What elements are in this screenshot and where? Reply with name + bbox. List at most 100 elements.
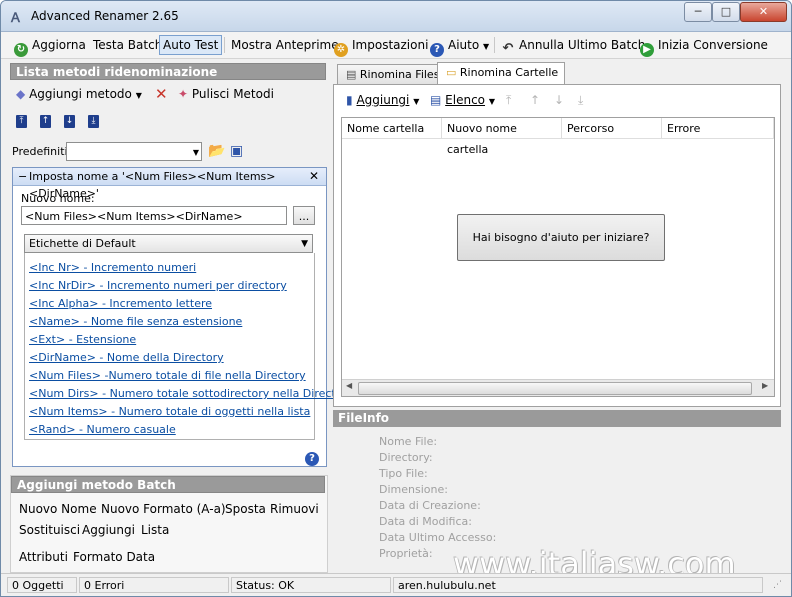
tags-list: <Inc Nr> - Incremento numeri <Inc NrDir>… [24, 253, 354, 440]
add-method-label: Aggiungi metodo [29, 87, 132, 101]
scroll-left-icon[interactable]: ◀ [346, 381, 352, 390]
status-state: Status: OK [231, 577, 391, 593]
undo-batch-button[interactable]: ↶ Annulla Ultimo Batch [501, 35, 646, 56]
move-up-icon[interactable]: ↑ [40, 115, 51, 128]
refresh-icon: ↻ [14, 43, 28, 57]
tag-link[interactable]: <Num Dirs> - Numero totale sottodirector… [29, 387, 354, 400]
toolbar-separator [494, 37, 495, 53]
diamond-icon: ◆ [16, 87, 26, 101]
chevron-down-icon: ▼ [135, 91, 142, 100]
move-bottom-icon[interactable]: ⤓ [578, 93, 583, 108]
move-bottom-icon[interactable]: ⤓ [88, 115, 99, 128]
start-label: Inizia Conversione [658, 38, 768, 52]
column-header[interactable]: Nome cartella [342, 118, 442, 139]
window-title: Advanced Renamer 2.65 [31, 9, 179, 23]
status-site: aren.hulubulu.net [393, 577, 763, 593]
list-button[interactable]: ▤ Elenco ▼ [430, 93, 495, 107]
chevron-down-icon: ▼ [301, 239, 308, 249]
fileinfo-label: Nome File: [379, 435, 438, 448]
batch-remove[interactable]: Rimuovi [270, 502, 319, 516]
settings-label: Impostazioni [352, 38, 429, 52]
close-method-icon[interactable]: ✕ [309, 168, 319, 185]
add-icon: ▮ [346, 93, 353, 107]
help-icon[interactable]: ? [305, 452, 319, 466]
save-preset-icon[interactable]: ▣ [230, 143, 243, 159]
chevron-down-icon: ▼ [483, 42, 490, 51]
folder-open-icon[interactable]: 📂 [208, 143, 225, 159]
add-files-button[interactable]: ▮ Aggiungi ▼ [346, 93, 419, 107]
help-start-button[interactable]: Hai bisogno d'aiuto per iniziare? [457, 214, 665, 261]
minimize-button[interactable]: ─ [684, 2, 712, 22]
batch-move[interactable]: Sposta [225, 502, 266, 516]
scroll-right-icon[interactable]: ▶ [762, 381, 768, 390]
close-button[interactable]: ✕ [740, 2, 787, 22]
test-batch-label: Testa Batch [93, 38, 163, 52]
remove-method-icon[interactable]: ✕ [155, 87, 168, 102]
new-name-label: Nuovo nome: [21, 192, 95, 205]
batch-list[interactable]: Lista [141, 523, 169, 537]
start-button[interactable]: ▶ Inizia Conversione [640, 35, 768, 57]
move-down-icon[interactable]: ↓ [64, 115, 75, 128]
batch-new-name[interactable]: Nuovo Nome [19, 502, 97, 516]
batch-attributes[interactable]: Attributi [19, 550, 68, 564]
tag-link[interactable]: <Ext> - Estensione [29, 333, 136, 346]
help-menu-button[interactable]: ? Aiuto ▼ [430, 35, 490, 57]
browse-button[interactable]: ... [293, 206, 315, 225]
column-header[interactable]: Percorso [562, 118, 662, 139]
tab-rename-files[interactable]: ▤ Rinomina Files [337, 64, 447, 84]
column-header[interactable]: Errore [662, 118, 774, 139]
tag-link[interactable]: <Rand> - Numero casuale [29, 423, 176, 436]
app-window: Ａ Advanced Renamer 2.65 ─ □ ✕ ↻ Aggiorna … [0, 0, 792, 597]
fileinfo-header: FileInfo [333, 410, 781, 427]
batch-new-case[interactable]: Nuovo Formato (A-a) [101, 502, 226, 516]
move-top-icon[interactable]: ⤒ [16, 115, 27, 128]
resize-grip-icon[interactable]: ⋰ [773, 580, 782, 590]
clear-icon: ✦ [178, 87, 189, 101]
move-up-icon[interactable]: ↑ [530, 93, 540, 107]
presets-select[interactable]: ▼ [66, 142, 202, 161]
new-name-input[interactable]: <Num Files><Num Items><DirName> [21, 206, 287, 225]
fileinfo-label: Data di Creazione: [379, 499, 481, 512]
test-batch-button[interactable]: Testa Batch [93, 35, 162, 55]
batch-timestamp[interactable]: Formato Data [73, 550, 155, 564]
tag-link[interactable]: <Name> - Nome file senza estensione [29, 315, 242, 328]
refresh-button[interactable]: ↻ Aggiorna [14, 35, 86, 57]
settings-button[interactable]: ✲ Impostazioni [334, 35, 429, 57]
tags-dropdown[interactable]: Etichette di Default ▼ [24, 234, 313, 253]
tag-link[interactable]: <Inc Alpha> - Incremento lettere [29, 297, 212, 310]
fileinfo-label: Proprietà: [379, 547, 433, 560]
move-top-icon[interactable]: ⤒ [506, 93, 511, 108]
right-pane: ▤ Rinomina Files ▭ Rinomina Cartelle ▮ A… [333, 61, 783, 583]
tab-rename-folders[interactable]: ▭ Rinomina Cartelle [437, 62, 566, 85]
clear-methods-button[interactable]: ✦ Pulisci Metodi [178, 87, 274, 101]
status-errors: 0 Errori [79, 577, 229, 593]
tag-link[interactable]: <Inc NrDir> - Incremento numeri per dire… [29, 279, 287, 292]
batch-methods-panel: Aggiungi metodo Batch Nuovo Nome Nuovo F… [10, 475, 328, 573]
method-panel: − Imposta nome a '<Num Files><Num Items>… [12, 167, 354, 467]
add-method-button[interactable]: ◆ Aggiungi metodo ▼ [16, 87, 142, 101]
title-bar: Ａ Advanced Renamer 2.65 ─ □ ✕ [1, 1, 791, 32]
fileinfo-label: Dimensione: [379, 483, 448, 496]
column-header[interactable]: Nuovo nome cartella [442, 118, 562, 156]
auto-test-button[interactable]: Auto Test [159, 35, 223, 55]
maximize-button[interactable]: □ [712, 2, 740, 22]
tag-link[interactable]: <Num Items> - Numero totale di oggetti n… [29, 405, 310, 418]
undo-icon: ↶ [502, 41, 514, 56]
app-logo-icon: Ａ [9, 11, 23, 26]
batch-replace[interactable]: Sostituisci [19, 523, 80, 537]
method-header: − Imposta nome a '<Num Files><Num Items>… [13, 168, 326, 200]
tab-folders-label: Rinomina Cartelle [459, 66, 559, 79]
methods-header: Lista metodi ridenominazione [10, 63, 326, 80]
file-icon: ▤ [346, 68, 357, 81]
tag-link[interactable]: <Inc Nr> - Incremento numeri [29, 261, 196, 274]
scroll-thumb[interactable] [358, 382, 752, 395]
tag-link[interactable]: <DirName> - Nome della Directory [29, 351, 224, 364]
batch-add[interactable]: Aggiungi [82, 523, 135, 537]
move-down-icon[interactable]: ↓ [554, 93, 564, 107]
fileinfo-label: Data di Modifica: [379, 515, 472, 528]
collapse-icon[interactable]: − [18, 168, 27, 185]
tag-link[interactable]: <Num Files> -Numero totale di file nella… [29, 369, 306, 382]
preview-button[interactable]: Mostra Anteprime [231, 35, 339, 55]
horizontal-scrollbar[interactable]: ◀ ▶ [342, 379, 774, 396]
fileinfo-label: Directory: [379, 451, 433, 464]
